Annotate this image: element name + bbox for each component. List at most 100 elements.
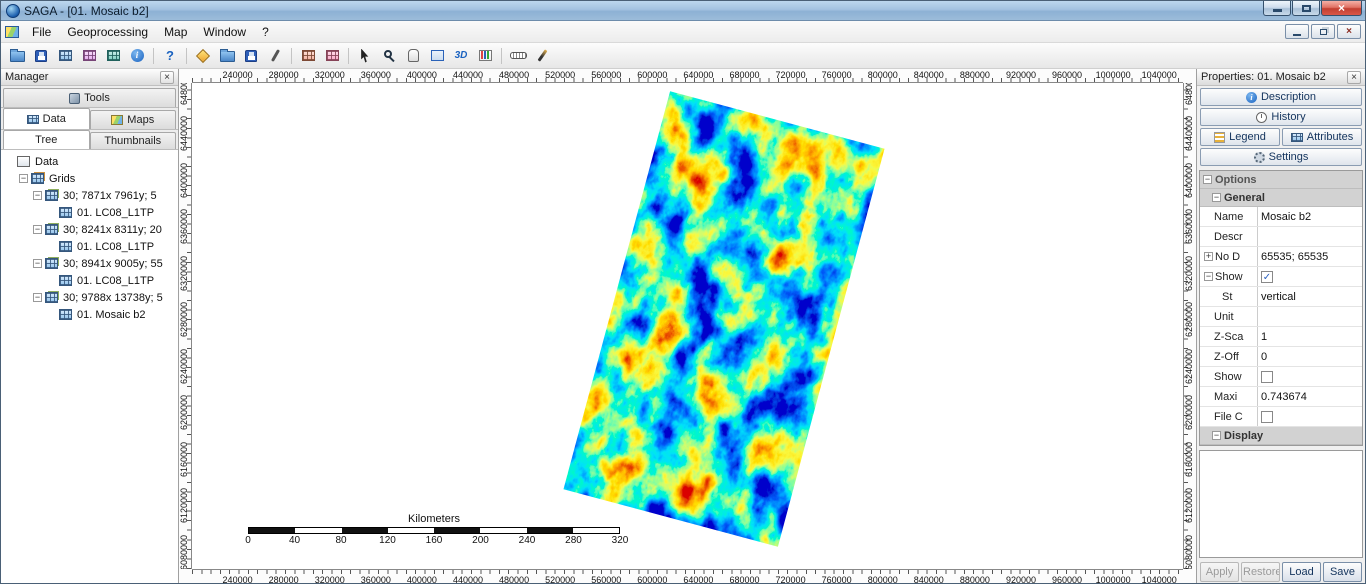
tab-tools[interactable]: Tools	[3, 88, 176, 107]
toolbar-open-file-button[interactable]	[5, 45, 29, 67]
property-row-descr[interactable]: Descr	[1200, 227, 1362, 247]
property-row-show[interactable]: Show	[1200, 367, 1362, 387]
property-value[interactable]: vertical	[1258, 287, 1362, 306]
toolbar-new-map-view-button[interactable]	[473, 45, 497, 67]
tree-item-30-8941x-9005y-55[interactable]: −30; 8941x 9005y; 55	[1, 255, 178, 272]
tab-data[interactable]: Data	[3, 108, 90, 129]
property-row-maxi[interactable]: Maxi0.743674	[1200, 387, 1362, 407]
toolbar-zoom-full-extent-button[interactable]	[425, 45, 449, 67]
property-row-z-sca[interactable]: Z-Sca1	[1200, 327, 1362, 347]
properties-tab-description[interactable]: iDescription	[1200, 88, 1362, 106]
tree-item-30-8241x-8311y-20[interactable]: −30; 8241x 8311y; 20	[1, 221, 178, 238]
properties-tab-legend[interactable]: Legend	[1200, 128, 1280, 146]
property-row-file-c[interactable]: File C	[1200, 407, 1362, 427]
toolbar-save-file-button[interactable]	[29, 45, 53, 67]
property-row-z-off[interactable]: Z-Off0	[1200, 347, 1362, 367]
tree-expander-icon[interactable]: −	[33, 259, 42, 268]
group-expander-icon[interactable]: −	[1212, 431, 1221, 440]
property-value[interactable]: 65535; 65535	[1258, 247, 1362, 266]
toolbar-help-button[interactable]: ?	[158, 45, 182, 67]
tree-item-01-lc08-l1tp[interactable]: 01. LC08_L1TP	[1, 238, 178, 255]
tree-item-data[interactable]: Data	[1, 153, 178, 170]
property-value[interactable]: 1	[1258, 327, 1362, 346]
toolbar-save-project-button[interactable]	[77, 45, 101, 67]
toolbar-show-table-button[interactable]	[320, 45, 344, 67]
tree-expander-icon[interactable]: −	[19, 174, 28, 183]
property-group-general[interactable]: −General	[1200, 189, 1362, 207]
close-button[interactable]: ×	[1321, 1, 1362, 16]
y-tick-label: 6200000	[1184, 395, 1196, 430]
toolbar-show-properties-button[interactable]: i	[125, 45, 149, 67]
property-value[interactable]: 0	[1258, 347, 1362, 366]
child-window-icon	[5, 26, 19, 38]
toolbar-stop-tool-button[interactable]	[263, 45, 287, 67]
menu-item-help[interactable]: ?	[254, 22, 277, 42]
property-value[interactable]	[1258, 307, 1362, 326]
properties-tab-history[interactable]: History	[1200, 108, 1362, 126]
tab-tree[interactable]: Tree	[3, 130, 90, 149]
tree-item-01-mosaic-b2[interactable]: 01. Mosaic b2	[1, 306, 178, 323]
property-row-name[interactable]: NameMosaic b2	[1200, 207, 1362, 227]
tree-item-01-lc08-l1tp[interactable]: 01. LC08_L1TP	[1, 272, 178, 289]
group-expander-icon[interactable]: −	[1203, 175, 1212, 184]
toolbar-copy-data-button[interactable]	[101, 45, 125, 67]
property-row-unit[interactable]: Unit	[1200, 307, 1362, 327]
manager-close-icon[interactable]: ×	[160, 71, 174, 84]
toolbar-load-project-button[interactable]	[53, 45, 77, 67]
menu-item-geoprocessing[interactable]: Geoprocessing	[59, 22, 156, 42]
tree-expander-icon[interactable]: −	[33, 225, 42, 234]
tree-item-01-lc08-l1tp[interactable]: 01. LC08_L1TP	[1, 204, 178, 221]
child-minimize-button[interactable]	[1285, 24, 1309, 39]
toolbar-run-tool-button[interactable]	[191, 45, 215, 67]
property-value[interactable]: ✓	[1258, 267, 1362, 286]
menu-item-window[interactable]: Window	[195, 22, 254, 42]
tree-expander-icon[interactable]: −	[33, 191, 42, 200]
property-group-options[interactable]: −Options	[1200, 171, 1362, 189]
toolbar-select-pointer-button[interactable]	[353, 45, 377, 67]
properties-close-icon[interactable]: ×	[1347, 71, 1361, 84]
scale-bar-labels: 04080120160200240280320	[248, 535, 620, 547]
child-restore-button[interactable]	[1311, 24, 1335, 39]
properties-tab-attributes[interactable]: Attributes	[1282, 128, 1362, 146]
toolbar-digitize-button[interactable]	[530, 45, 554, 67]
child-close-button[interactable]: ×	[1337, 24, 1361, 39]
save-button[interactable]: Save	[1323, 562, 1362, 582]
x-tick-label: 280000	[269, 70, 299, 80]
toolbar-open-tool-button[interactable]	[215, 45, 239, 67]
menu-item-map[interactable]: Map	[156, 22, 195, 42]
row-expander-icon[interactable]: −	[1204, 272, 1213, 281]
map-canvas[interactable]: Kilometers 04080120160200240280320	[192, 83, 1183, 569]
toolbar-add-table-button[interactable]	[296, 45, 320, 67]
checkbox-unchecked[interactable]	[1261, 411, 1273, 423]
property-row-no-d[interactable]: +No D65535; 65535	[1200, 247, 1362, 267]
maximize-button[interactable]	[1292, 1, 1320, 16]
property-value[interactable]	[1258, 227, 1362, 246]
property-value[interactable]	[1258, 407, 1362, 426]
toolbar-save-tool-button[interactable]	[239, 45, 263, 67]
tree-expander-icon[interactable]: −	[33, 293, 42, 302]
property-value[interactable]	[1258, 367, 1362, 386]
toolbar-view-3d-button[interactable]: 3D	[449, 45, 473, 67]
property-row-show[interactable]: −Show✓	[1200, 267, 1362, 287]
menu-item-file[interactable]: File	[24, 22, 59, 42]
property-value[interactable]: 0.743674	[1258, 387, 1362, 406]
property-group-display[interactable]: −Display	[1200, 427, 1362, 445]
property-row-st[interactable]: Stvertical	[1200, 287, 1362, 307]
tree-item-grids[interactable]: −Grids	[1, 170, 178, 187]
row-expander-icon[interactable]: +	[1204, 252, 1213, 261]
checkbox-unchecked[interactable]	[1261, 371, 1273, 383]
checkbox-checked[interactable]: ✓	[1261, 271, 1273, 283]
tree-item-30-7871x-7961y-5[interactable]: −30; 7871x 7961y; 5	[1, 187, 178, 204]
toolbar-zoom-tool-button[interactable]	[377, 45, 401, 67]
tab-thumbnails[interactable]: Thumbnails	[90, 132, 177, 149]
toolbar-measure-distance-button[interactable]	[506, 45, 530, 67]
property-value[interactable]: Mosaic b2	[1258, 207, 1362, 226]
toolbar-pan-tool-button[interactable]	[401, 45, 425, 67]
properties-tab-settings[interactable]: Settings	[1200, 148, 1362, 166]
minimize-button[interactable]	[1263, 1, 1291, 16]
ruler-bottom: 2400002800003200003600004000004400004800…	[192, 569, 1183, 584]
tab-maps[interactable]: Maps	[90, 110, 177, 129]
load-button[interactable]: Load	[1282, 562, 1321, 582]
tree-item-30-9788x-13738y-5[interactable]: −30; 9788x 13738y; 5	[1, 289, 178, 306]
group-expander-icon[interactable]: −	[1212, 193, 1221, 202]
